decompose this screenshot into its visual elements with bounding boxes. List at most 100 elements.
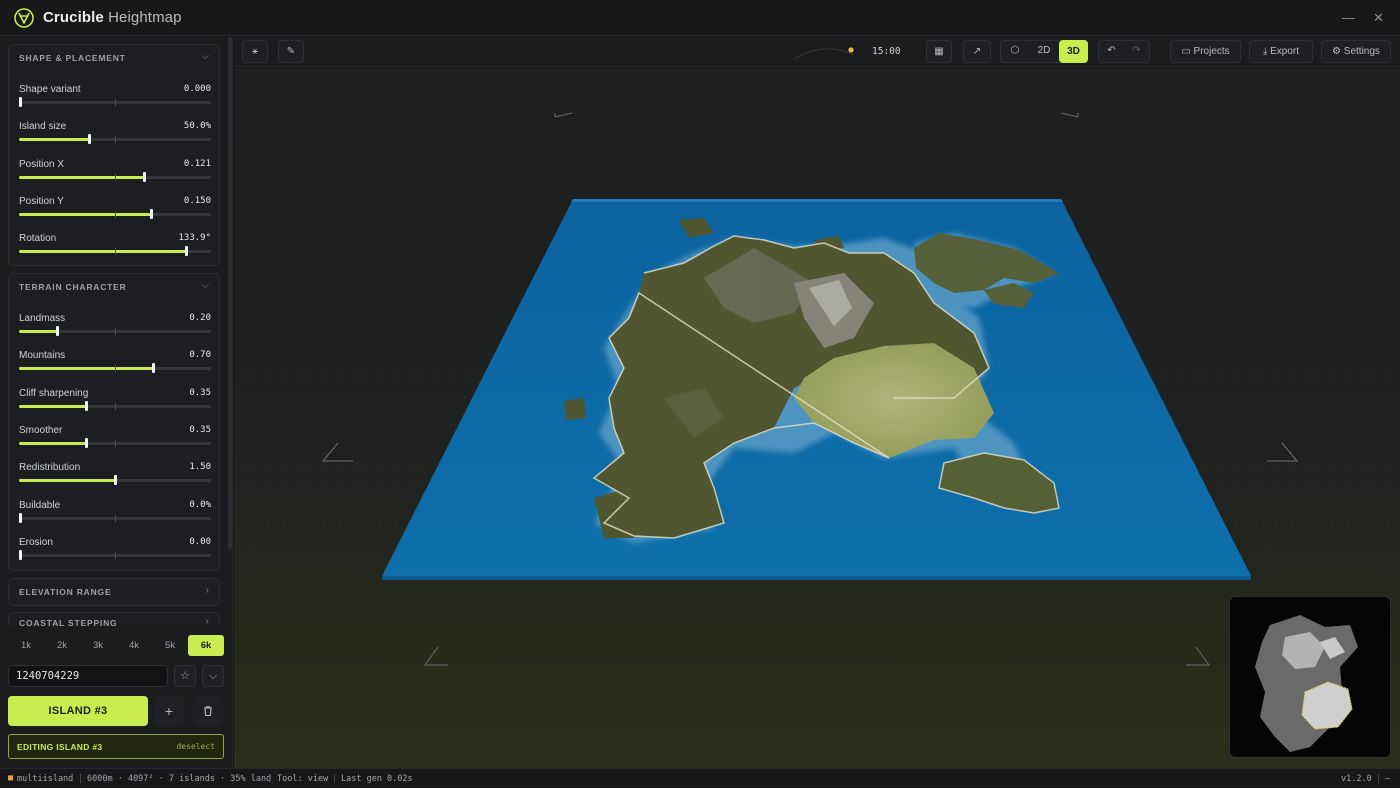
star-icon[interactable]: ☆ [174, 665, 196, 687]
minimap[interactable] [1229, 596, 1391, 758]
slider-value: 1.50 [189, 462, 211, 473]
close-icon[interactable]: ✕ [1373, 10, 1384, 26]
slider-thumb[interactable] [56, 326, 60, 336]
slider-buildable[interactable]: Buildable 0.0% [19, 500, 211, 530]
slider-rotation[interactable]: Rotation 133.9° [19, 233, 211, 263]
slider-shape-variant[interactable]: Shape variant 0.000 [19, 84, 211, 114]
slider-thumb[interactable] [149, 208, 153, 219]
slider-center-tick [115, 551, 116, 559]
west-islet [564, 398, 586, 420]
resolution-2k-button[interactable]: 2k [44, 635, 80, 656]
slider-track[interactable] [19, 363, 211, 374]
slider-track[interactable] [19, 475, 211, 486]
undo-button[interactable]: ↶ [1099, 40, 1124, 63]
resolution-4k-button[interactable]: 4k [116, 635, 152, 656]
resolution-1k-button[interactable]: 1k [8, 635, 44, 656]
status-divider: | [1376, 774, 1382, 784]
resolution-5k-button[interactable]: 5k [152, 635, 188, 656]
mode-2d-button[interactable]: 2D [1030, 40, 1058, 63]
slider-thumb[interactable] [185, 246, 189, 257]
slider-track[interactable] [19, 549, 211, 560]
chevron-down-icon[interactable]: ⌵ [201, 51, 209, 62]
app-title: Crucible Heightmap [43, 9, 182, 26]
slider-center-tick [115, 173, 116, 181]
chevron-right-icon[interactable]: › [206, 616, 209, 626]
slider-track[interactable] [19, 134, 211, 145]
sun-arc-slider[interactable] [790, 43, 860, 61]
time-readout: 15:00 [872, 46, 901, 57]
slider-thumb[interactable] [88, 134, 92, 145]
slider-track[interactable] [19, 437, 211, 448]
projects-button[interactable]: ▭ Projects [1170, 40, 1241, 63]
chevron-down-icon[interactable]: ⌵ [202, 665, 224, 687]
slider-center-tick [115, 210, 116, 218]
slider-island-size[interactable]: Island size 50.0% [19, 121, 211, 151]
terrain-scene[interactable] [234, 68, 1400, 768]
slider-label: Island size [19, 121, 67, 133]
redo-button[interactable]: ↷ [1124, 40, 1149, 63]
export-button[interactable]: ⤓ Export [1249, 40, 1313, 63]
slider-thumb[interactable] [152, 363, 156, 374]
chevron-down-icon[interactable]: ⌵ [201, 280, 209, 291]
chevron-right-icon[interactable]: › [206, 585, 209, 596]
slider-thumb[interactable] [114, 475, 117, 486]
water-plane-edge [382, 576, 1251, 580]
slider-thumb[interactable] [85, 437, 89, 448]
slider-smoother[interactable]: Smoother 0.35 [19, 425, 211, 455]
slider-track[interactable] [19, 246, 211, 257]
slider-track[interactable] [19, 97, 211, 107]
slider-redistribution[interactable]: Redistribution 1.50 [19, 462, 211, 492]
slider-label: Redistribution [19, 462, 81, 474]
slider-thumb[interactable] [85, 400, 89, 411]
slider-mountains[interactable]: Mountains 0.70 [19, 350, 211, 380]
add-island-button[interactable]: + [154, 696, 184, 726]
slider-fill [19, 175, 144, 179]
deselect-link[interactable]: deselect [176, 742, 215, 751]
slider-position-y[interactable]: Position Y 0.150 [19, 196, 211, 226]
slider-track[interactable] [19, 326, 211, 336]
slider-cliff-sharpening[interactable]: Cliff sharpening 0.35 [19, 388, 211, 418]
status-last-gen: Last gen 0.02s [341, 774, 413, 784]
slider-track[interactable] [19, 400, 211, 411]
slider-thumb[interactable] [142, 171, 146, 182]
brush-tool-button[interactable]: ✎ [278, 40, 304, 63]
slider-value: 50.0% [183, 121, 211, 132]
cube-view-button[interactable]: ⬡ [1001, 40, 1029, 63]
export-label: Export [1270, 46, 1300, 57]
terrain-character-section: TERRAIN CHARACTER ⌵ Landmass 0.20 Mountain… [8, 273, 220, 571]
slider-track[interactable] [19, 208, 211, 219]
resolution-6k-button[interactable]: 6k [188, 635, 224, 656]
slider-center-tick [115, 365, 116, 373]
slider-fill [19, 250, 187, 254]
grid-toggle-button[interactable]: ▦ [926, 40, 952, 63]
slider-value: 0.20 [189, 313, 211, 323]
sidebar-scrollbar[interactable] [228, 37, 232, 549]
minimize-icon[interactable]: — [1342, 10, 1355, 25]
slider-landmass[interactable]: Landmass 0.20 [19, 313, 211, 343]
slider-erosion[interactable]: Erosion 0.00 [19, 537, 211, 567]
sidebar: SHAPE & PLACEMENT ⌵ Shape variant 0.000 Is… [0, 37, 233, 768]
slider-thumb[interactable] [19, 549, 22, 560]
delete-island-button[interactable] [193, 696, 223, 726]
section-title: COASTAL STEPPING [19, 618, 118, 626]
slider-track[interactable] [19, 171, 211, 182]
slider-thumb[interactable] [19, 97, 22, 107]
slider-thumb[interactable] [19, 512, 22, 523]
settings-button[interactable]: ⚙ Settings [1321, 40, 1391, 63]
resolution-3k-button[interactable]: 3k [80, 635, 116, 656]
viewport-3d[interactable] [234, 68, 1400, 768]
magic-wand-button[interactable]: ⚹ [242, 40, 268, 63]
coastal-stepping-section[interactable]: COASTAL STEPPING › [8, 612, 220, 626]
slider-track[interactable] [19, 512, 211, 523]
island-button[interactable]: ISLAND #3 [8, 696, 148, 726]
grid-icon: ▦ [934, 46, 944, 57]
download-icon: ⤓ [1262, 46, 1268, 57]
mode-3d-button[interactable]: 3D [1059, 40, 1088, 63]
status-info: 6000m · 4097² · 7 islands · 35% land [87, 774, 272, 784]
editing-label: EDITING ISLAND #3 [17, 742, 103, 752]
trend-button[interactable]: ↗ [963, 40, 991, 63]
slider-position-x[interactable]: Position X 0.121 [19, 159, 211, 189]
elevation-range-section[interactable]: ELEVATION RANGE › [8, 578, 220, 606]
undo-icon: ↶ [1107, 45, 1116, 56]
seed-input[interactable]: 1240704229 [8, 665, 168, 687]
